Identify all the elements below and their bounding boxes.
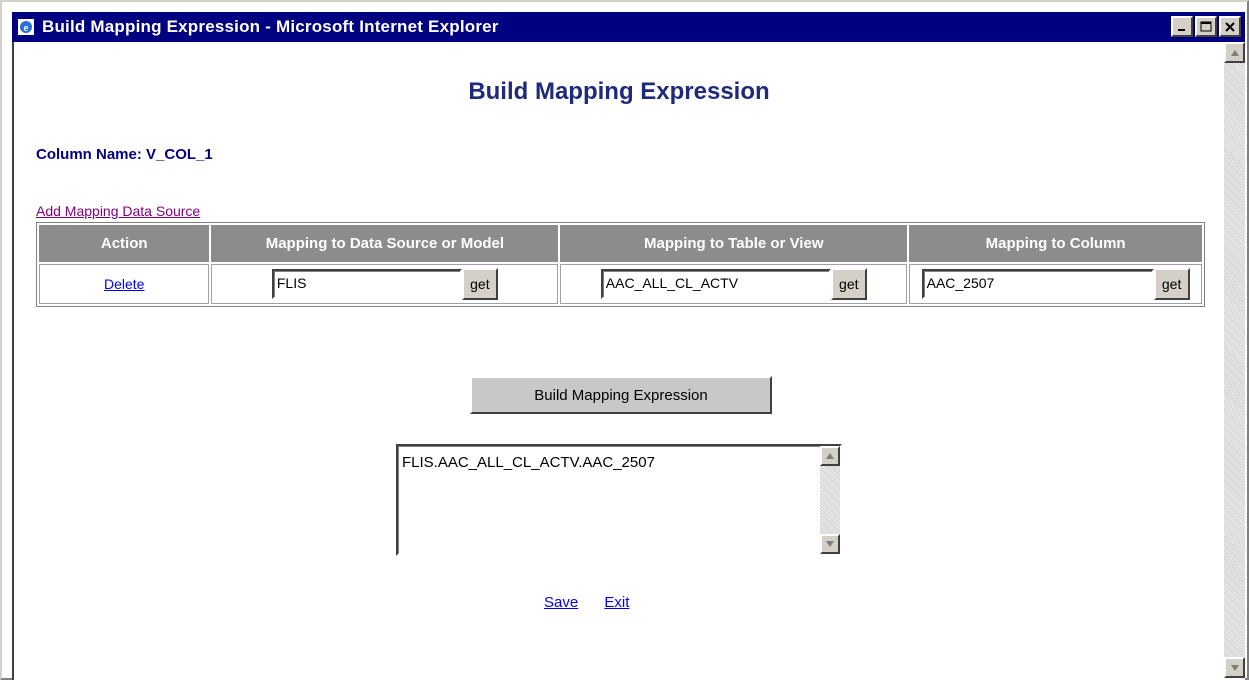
delete-link[interactable]: Delete: [104, 276, 144, 292]
column-name-label: Column Name: V_COL_1: [36, 146, 213, 163]
build-mapping-expression-button[interactable]: Build Mapping Expression: [470, 376, 772, 414]
scroll-up-icon[interactable]: [1224, 42, 1245, 63]
page-content: Build Mapping Expression Column Name: V_…: [12, 42, 1245, 680]
browser-window: e Build Mapping Expression - Microsoft I…: [0, 0, 1249, 680]
get-column-button[interactable]: get: [1153, 268, 1190, 300]
scroll-up-icon[interactable]: [820, 446, 840, 466]
table-row: Delete FLIS get AAC_ALL_CL_ACTV get AAC_…: [39, 264, 1202, 304]
ie-icon: e: [16, 17, 36, 37]
get-data-source-button[interactable]: get: [461, 268, 498, 300]
action-cell: Delete: [39, 264, 210, 304]
table-header-row: Action Mapping to Data Source or Model M…: [39, 225, 1202, 262]
column-input[interactable]: AAC_2507: [921, 269, 1154, 299]
data-source-input[interactable]: FLIS: [271, 269, 462, 299]
page-title: Build Mapping Expression: [468, 78, 770, 105]
table-view-input[interactable]: AAC_ALL_CL_ACTV: [600, 269, 831, 299]
close-icon[interactable]: [1219, 16, 1241, 37]
minimize-icon[interactable]: [1171, 16, 1193, 37]
header-data-source: Mapping to Data Source or Model: [211, 225, 559, 262]
get-table-view-button[interactable]: get: [830, 268, 867, 300]
svg-text:e: e: [24, 22, 29, 34]
save-link[interactable]: Save: [544, 594, 578, 611]
maximize-icon[interactable]: [1195, 16, 1217, 37]
expression-text: FLIS.AAC_ALL_CL_ACTV.AAC_2507: [402, 454, 655, 471]
header-table-view: Mapping to Table or View: [560, 225, 908, 262]
window-controls: [1171, 16, 1241, 37]
add-mapping-data-source-link[interactable]: Add Mapping Data Source: [36, 203, 200, 219]
mapping-table: Action Mapping to Data Source or Model M…: [36, 222, 1205, 307]
expression-scrollbar[interactable]: [820, 446, 840, 554]
data-source-cell: FLIS get: [211, 264, 559, 304]
header-column: Mapping to Column: [909, 225, 1202, 262]
window-title: Build Mapping Expression - Microsoft Int…: [42, 17, 499, 36]
table-view-cell: AAC_ALL_CL_ACTV get: [560, 264, 908, 304]
exit-link[interactable]: Exit: [604, 594, 629, 611]
scroll-down-icon[interactable]: [1224, 657, 1245, 678]
page-scrollbar[interactable]: [1224, 42, 1245, 678]
expression-textarea[interactable]: FLIS.AAC_ALL_CL_ACTV.AAC_2507: [396, 444, 842, 556]
header-action: Action: [39, 225, 210, 262]
scroll-down-icon[interactable]: [820, 534, 840, 554]
bottom-links: Save Exit: [544, 594, 651, 611]
title-bar[interactable]: e Build Mapping Expression - Microsoft I…: [12, 12, 1245, 42]
column-cell: AAC_2507 get: [909, 264, 1202, 304]
